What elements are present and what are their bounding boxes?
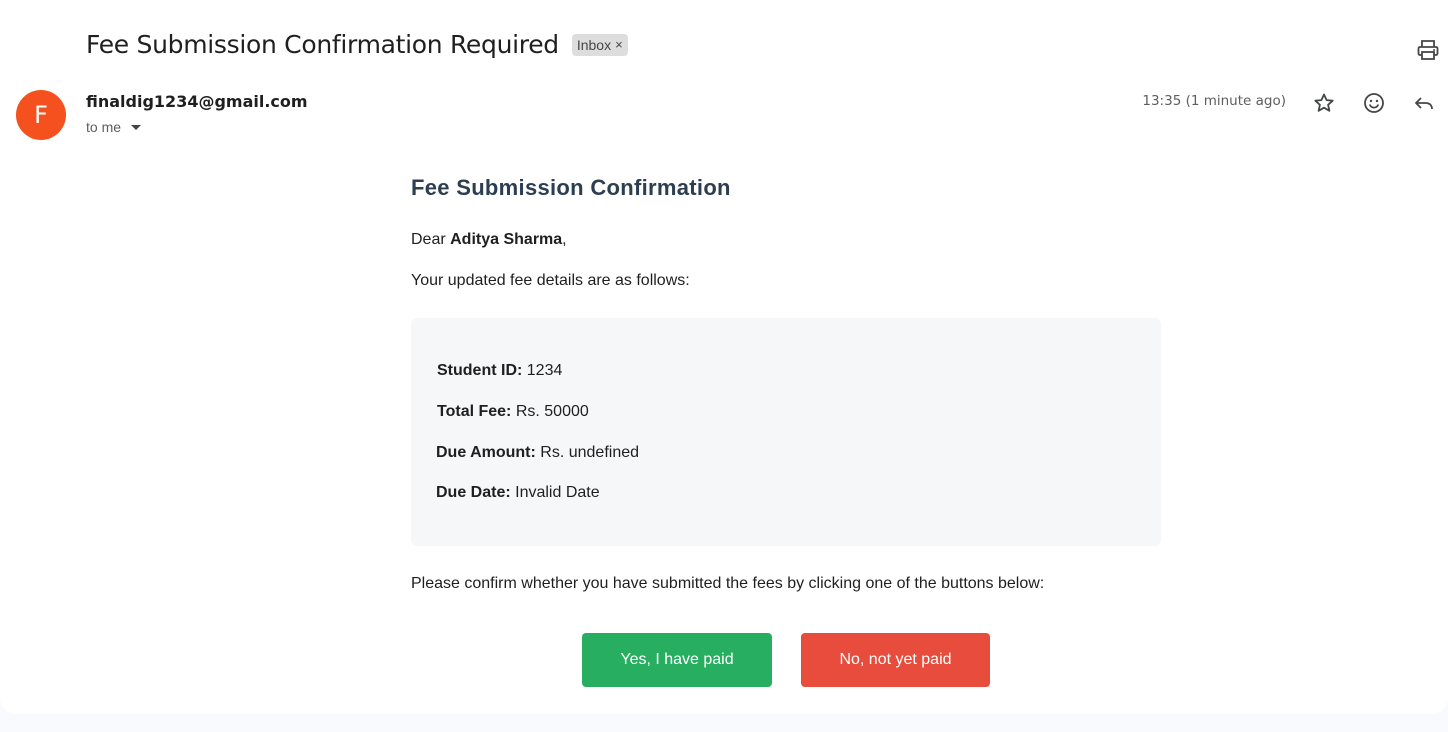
student-name: Aditya Sharma (450, 231, 563, 248)
greeting-prefix: Dear (411, 231, 451, 248)
greeting: Dear Aditya Sharma, (411, 231, 567, 249)
detail-value: Rs. undefined (535, 444, 640, 461)
email-view: Fee Submission Confirmation Required Inb… (0, 0, 1448, 714)
inbox-label-chip[interactable]: Inbox × (571, 33, 628, 56)
confirm-instructions: Please confirm whether you have submitte… (411, 575, 1045, 592)
detail-label: Student ID: (437, 362, 523, 379)
recipient-toggle[interactable]: to me (86, 119, 142, 135)
yes-paid-button[interactable]: Yes, I have paid (582, 633, 772, 687)
email-body: Fee Submission Confirmation Dear Aditya … (411, 170, 1161, 687)
detail-label: Total Fee: (437, 403, 512, 420)
remove-label-icon[interactable]: × (615, 37, 623, 52)
label-text: Inbox (576, 36, 612, 53)
detail-value: Rs. 50000 (511, 403, 589, 420)
detail-student-id: Student ID: 1234 (437, 362, 562, 380)
detail-value: Invalid Date (510, 484, 600, 501)
greeting-suffix: , (562, 231, 567, 248)
recipient-text: to me (86, 119, 122, 135)
subject-row: Fee Submission Confirmation Required Inb… (86, 30, 628, 59)
detail-label: Due Amount: (436, 444, 536, 461)
email-subject: Fee Submission Confirmation Required (86, 30, 559, 59)
printer-icon[interactable] (1416, 38, 1440, 62)
not-paid-button[interactable]: No, not yet paid (801, 633, 990, 687)
avatar[interactable]: F (16, 90, 66, 140)
detail-due-date: Due Date: Invalid Date (436, 484, 600, 502)
chevron-down-icon[interactable] (131, 124, 142, 130)
sender-email[interactable]: finaldig1234@gmail.com (86, 92, 308, 111)
emoji-icon[interactable] (1362, 91, 1386, 115)
star-icon[interactable] (1312, 91, 1336, 115)
detail-label: Due Date: (436, 484, 511, 501)
detail-due-amount: Due Amount: Rs. undefined (436, 444, 639, 462)
detail-value: 1234 (522, 362, 563, 379)
intro-text: Your updated fee details are as follows: (411, 272, 690, 289)
fee-details-box: Student ID: 1234 Total Fee: Rs. 50000 Du… (411, 318, 1161, 546)
detail-total-fee: Total Fee: Rs. 50000 (437, 403, 589, 421)
body-heading: Fee Submission Confirmation (411, 175, 731, 200)
reply-icon[interactable] (1412, 91, 1436, 115)
email-timestamp: 13:35 (1 minute ago) (1142, 93, 1286, 109)
